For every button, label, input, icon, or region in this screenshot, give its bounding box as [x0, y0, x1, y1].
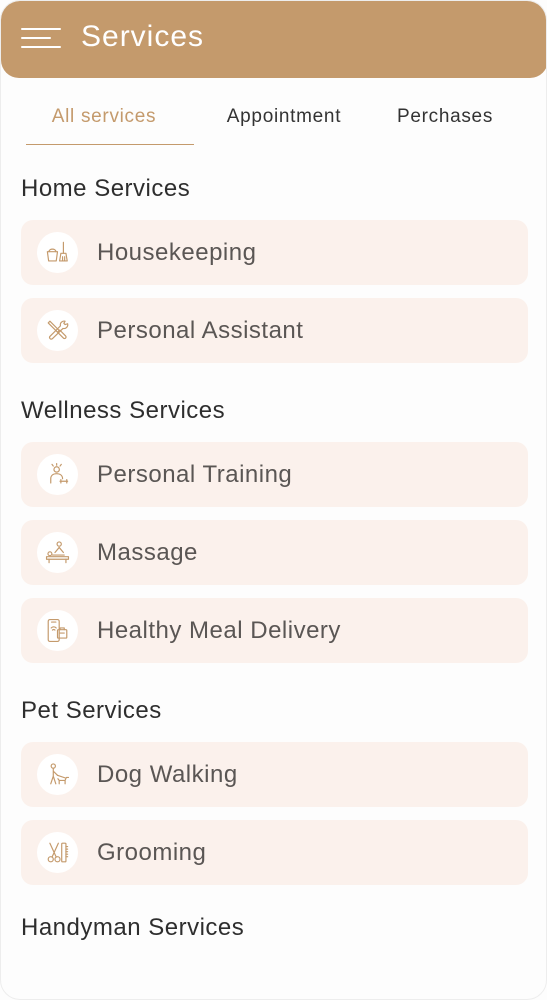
service-item-label: Personal Assistant	[97, 317, 304, 344]
app-header: Services	[1, 1, 546, 78]
grooming-icon	[37, 832, 78, 873]
menu-icon[interactable]	[21, 27, 63, 49]
service-list: Housekeeping Personal Assistant	[21, 220, 528, 363]
menu-line	[21, 46, 61, 48]
service-item-personal-training[interactable]: Personal Training	[21, 442, 528, 507]
section-title: Wellness Services	[21, 397, 226, 424]
service-item-personal-assistant[interactable]: Personal Assistant	[21, 298, 528, 363]
app-screen: Services All services Appointment Percha…	[0, 0, 547, 1000]
service-item-label: Dog Walking	[97, 761, 238, 788]
service-item-housekeeping[interactable]: Housekeeping	[21, 220, 528, 285]
housekeeping-icon	[37, 232, 78, 273]
tab-all-services[interactable]: All services	[26, 93, 194, 145]
service-item-label: Housekeeping	[97, 239, 257, 266]
service-item-label: Grooming	[97, 839, 207, 866]
menu-line	[21, 28, 61, 30]
menu-line	[21, 37, 51, 39]
tab-bar: All services Appointment Perchases	[26, 93, 516, 145]
trainer-icon	[37, 454, 78, 495]
massage-icon	[37, 532, 78, 573]
service-item-label: Personal Training	[97, 461, 293, 488]
service-item-grooming[interactable]: Grooming	[21, 820, 528, 885]
service-item-dog-walking[interactable]: Dog Walking	[21, 742, 528, 807]
tools-icon	[37, 310, 78, 351]
tab-perchases[interactable]: Perchases	[374, 93, 516, 145]
tab-appointment[interactable]: Appointment	[194, 93, 374, 145]
section-title: Pet Services	[21, 697, 162, 724]
service-item-label: Massage	[97, 539, 198, 566]
service-item-label: Healthy Meal Delivery	[97, 617, 341, 644]
section-wellness-services: Wellness Services Personal Training Mass…	[21, 397, 528, 663]
page-title: Services	[81, 20, 205, 53]
section-handyman-services: Handyman Services	[21, 914, 528, 942]
dog-walking-icon	[37, 754, 78, 795]
section-title: Handyman Services	[21, 914, 245, 941]
section-title: Home Services	[21, 175, 191, 202]
section-home-services: Home Services Housekeeping Personal Assi…	[21, 175, 528, 363]
service-list: Dog Walking Grooming	[21, 742, 528, 885]
meal-delivery-icon	[37, 610, 78, 651]
service-list: Personal Training Massage Healthy Meal D…	[21, 442, 528, 663]
section-pet-services: Pet Services Dog Walking Grooming	[21, 697, 528, 885]
service-item-massage[interactable]: Massage	[21, 520, 528, 585]
service-item-healthy-meal-delivery[interactable]: Healthy Meal Delivery	[21, 598, 528, 663]
